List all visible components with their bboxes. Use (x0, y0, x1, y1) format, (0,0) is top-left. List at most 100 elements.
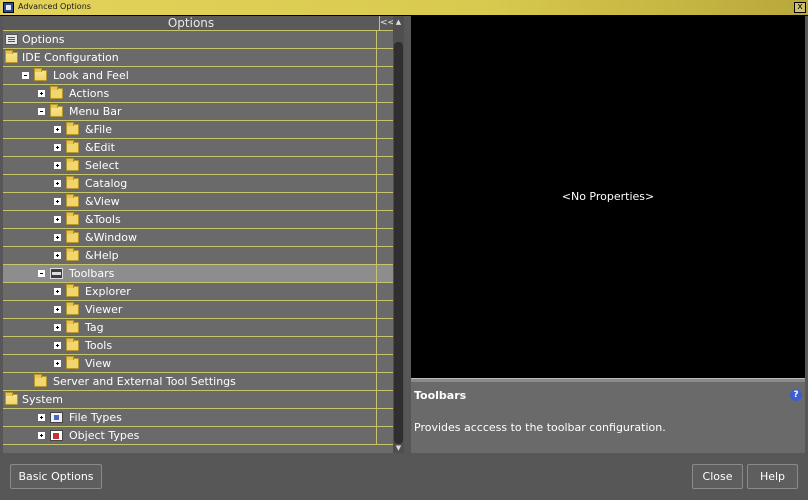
help-icon[interactable]: ? (790, 389, 802, 401)
tree-row-label: Explorer (85, 285, 131, 298)
expand-icon[interactable] (54, 162, 61, 169)
toolbar-icon (50, 268, 63, 279)
tree-row[interactable]: &File (3, 121, 393, 139)
folder-icon (66, 194, 79, 207)
collapse-panel-button[interactable]: << (379, 16, 395, 31)
expand-icon[interactable] (38, 432, 45, 439)
folder-icon (66, 248, 79, 261)
folder-open-icon (34, 68, 47, 81)
expand-icon[interactable] (54, 198, 61, 205)
options-tree: Options IDE Configuration Look and Feel Act… (3, 31, 393, 453)
description-panel: Toolbars ? Provides acccess to the toolb… (411, 382, 805, 453)
folder-icon (50, 86, 63, 99)
expand-icon[interactable] (54, 252, 61, 259)
tree-row-label: &Help (85, 249, 119, 262)
tree-row[interactable]: IDE Configuration (3, 49, 393, 67)
expand-icon[interactable] (54, 144, 61, 151)
expand-icon[interactable] (54, 342, 61, 349)
expand-icon[interactable] (38, 90, 45, 97)
expand-icon[interactable] (54, 216, 61, 223)
tree-row-label: &Edit (85, 141, 115, 154)
expand-icon[interactable] (38, 414, 45, 421)
tree-row[interactable]: View (3, 355, 393, 373)
tree-row-label: Server and External Tool Settings (53, 375, 236, 388)
close-button[interactable]: Close (692, 464, 743, 489)
folder-icon (66, 230, 79, 243)
tree-row-label: Options (22, 33, 65, 46)
tree-row[interactable]: File Types (3, 409, 393, 427)
options-tree-panel: Options << Options IDE Configuration Look … (3, 16, 404, 453)
tree-row[interactable]: Server and External Tool Settings (3, 373, 393, 391)
folder-icon (66, 176, 79, 189)
basic-options-button[interactable]: Basic Options (10, 464, 102, 489)
tree-row[interactable]: System (3, 391, 393, 409)
expand-icon[interactable] (54, 288, 61, 295)
tree-row[interactable]: Tools (3, 337, 393, 355)
expand-icon[interactable] (54, 306, 61, 313)
tree-row-label: IDE Configuration (22, 51, 119, 64)
tree-row-label: System (22, 393, 64, 406)
tree-row-label: File Types (69, 411, 122, 424)
scroll-down-arrow-icon[interactable]: ▼ (394, 444, 403, 452)
tree-row[interactable]: Catalog (3, 175, 393, 193)
expand-icon[interactable] (54, 180, 61, 187)
tree-row-label: &View (85, 195, 120, 208)
folder-icon (66, 302, 79, 315)
expand-icon[interactable] (54, 360, 61, 367)
collapse-icon[interactable] (38, 108, 45, 115)
folder-icon (66, 338, 79, 351)
tree-row[interactable]: &Edit (3, 139, 393, 157)
folder-icon (66, 320, 79, 333)
expand-icon[interactable] (54, 126, 61, 133)
folder-icon (66, 122, 79, 135)
tree-row[interactable]: Explorer (3, 283, 393, 301)
tree-row[interactable]: Viewer (3, 301, 393, 319)
tree-row[interactable]: &Tools (3, 211, 393, 229)
tree-row[interactable]: Actions (3, 85, 393, 103)
properties-panel: <No Properties> (411, 16, 805, 378)
object-types-icon (50, 430, 63, 441)
folder-icon (66, 356, 79, 369)
app-icon (3, 2, 14, 13)
tree-row[interactable]: Object Types (3, 427, 393, 445)
tree-row[interactable]: Options (3, 31, 393, 49)
tree-row-label: Object Types (69, 429, 140, 442)
tree-row[interactable]: Toolbars (3, 265, 393, 283)
tree-row[interactable]: &Help (3, 247, 393, 265)
tree-row-label: &Window (85, 231, 137, 244)
help-button[interactable]: Help (747, 464, 798, 489)
tree-row-label: Tag (85, 321, 104, 334)
window-title: Advanced Options (18, 2, 91, 11)
button-bar: Basic Options Close Help (0, 453, 808, 500)
scrollbar-thumb[interactable] (394, 42, 403, 444)
tree-row-label: &File (85, 123, 112, 136)
tree-row[interactable]: &View (3, 193, 393, 211)
tree-row[interactable]: Look and Feel (3, 67, 393, 85)
tree-row[interactable]: &Window (3, 229, 393, 247)
folder-icon (34, 374, 47, 387)
folder-open-icon (5, 392, 18, 405)
properties-area: <No Properties> Toolbars ? Provides accc… (411, 16, 805, 453)
tree-row-label: Tools (85, 339, 113, 352)
folder-open-icon (5, 50, 18, 63)
folder-open-icon (50, 104, 63, 117)
folder-icon (66, 212, 79, 225)
tree-row-label: Toolbars (69, 267, 115, 280)
scroll-up-arrow-icon[interactable]: ▲ (394, 18, 403, 26)
folder-icon (66, 284, 79, 297)
collapse-icon[interactable] (38, 270, 45, 277)
expand-icon[interactable] (54, 234, 61, 241)
folder-icon (66, 140, 79, 153)
title-bar: Advanced Options x (0, 0, 808, 16)
tree-row-label: Actions (69, 87, 110, 100)
window-close-button[interactable]: x (794, 2, 806, 13)
tree-row[interactable]: Tag (3, 319, 393, 337)
tree-row-label: Select (85, 159, 119, 172)
collapse-icon[interactable] (22, 72, 29, 79)
expand-icon[interactable] (54, 324, 61, 331)
tree-vertical-scrollbar[interactable]: ▲ ▼ (393, 16, 404, 453)
description-text: Provides acccess to the toolbar configur… (414, 421, 666, 434)
tree-row[interactable]: Select (3, 157, 393, 175)
tree-column-header: Options (3, 16, 379, 31)
tree-row[interactable]: Menu Bar (3, 103, 393, 121)
